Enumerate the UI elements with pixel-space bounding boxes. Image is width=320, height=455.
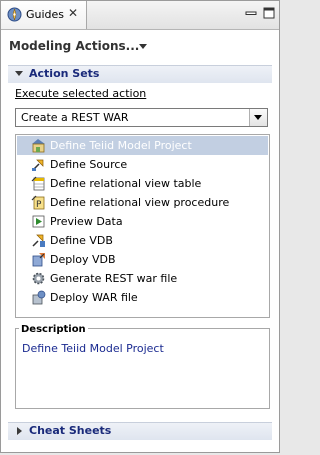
execute-action-link[interactable]: Execute selected action <box>15 87 146 100</box>
twisty-expanded-icon[interactable] <box>15 71 23 76</box>
list-item[interactable]: Deploy VDB <box>17 250 268 269</box>
section-cheat-sheets[interactable]: Cheat Sheets <box>8 422 272 440</box>
deploy-vdb-icon <box>32 253 45 267</box>
chevron-down-icon <box>254 115 262 120</box>
twisty-collapsed-icon[interactable] <box>17 427 22 435</box>
preview-data-icon <box>32 215 45 228</box>
deploy-war-icon <box>32 290 46 305</box>
maximize-icon[interactable] <box>263 7 275 19</box>
svg-text:P: P <box>36 200 42 210</box>
tab-label: Guides <box>26 8 65 21</box>
section-action-sets[interactable]: Action Sets <box>8 65 272 83</box>
section-title: Action Sets <box>29 67 100 80</box>
description-text: Define Teiid Model Project <box>22 342 164 355</box>
actions-list[interactable]: Define Teiid Model Project Define Source… <box>15 134 270 318</box>
list-item[interactable]: Define VDB <box>17 231 268 250</box>
select-value: Create a REST WAR <box>21 111 129 124</box>
select-dropdown-button[interactable] <box>249 109 267 126</box>
guides-view: Guides ✕ Modeling Actions... Action Sets… <box>0 0 280 453</box>
list-item[interactable]: Define relational view table <box>17 174 268 193</box>
model-project-icon <box>32 139 45 153</box>
description-title: Description <box>19 324 88 335</box>
chevron-down-icon[interactable] <box>139 44 147 49</box>
list-item[interactable]: Define Source <box>17 155 268 174</box>
action-set-select[interactable]: Create a REST WAR <box>15 108 268 127</box>
action-label: Generate REST war file <box>50 272 178 285</box>
action-label: Define Source <box>50 158 128 171</box>
list-item[interactable]: Define Teiid Model Project <box>17 136 268 155</box>
action-label: Deploy VDB <box>50 253 116 266</box>
action-label: Preview Data <box>50 215 123 228</box>
description-panel <box>15 328 270 409</box>
view-tab-bar: Guides ✕ <box>1 1 279 30</box>
minimize-icon[interactable] <box>245 7 257 19</box>
section-title: Cheat Sheets <box>29 424 112 437</box>
page-title[interactable]: Modeling Actions... <box>9 39 139 53</box>
close-icon[interactable]: ✕ <box>68 6 78 20</box>
action-label: Define relational view procedure <box>50 196 230 209</box>
tab-guides[interactable]: Guides ✕ <box>1 1 87 29</box>
vdb-icon <box>32 234 45 247</box>
action-label: Deploy WAR file <box>50 291 138 304</box>
view-table-icon <box>31 176 45 191</box>
guides-icon <box>7 7 22 22</box>
gear-icon <box>32 272 45 285</box>
view-procedure-icon: P <box>31 195 45 210</box>
list-item[interactable]: P Define relational view procedure <box>17 193 268 212</box>
action-label: Define relational view table <box>50 177 202 190</box>
source-icon <box>32 159 44 171</box>
action-label: Define VDB <box>50 234 113 247</box>
list-item[interactable]: Deploy WAR file <box>17 288 268 307</box>
action-label: Define Teiid Model Project <box>50 139 192 152</box>
list-item[interactable]: Preview Data <box>17 212 268 231</box>
list-item[interactable]: Generate REST war file <box>17 269 268 288</box>
